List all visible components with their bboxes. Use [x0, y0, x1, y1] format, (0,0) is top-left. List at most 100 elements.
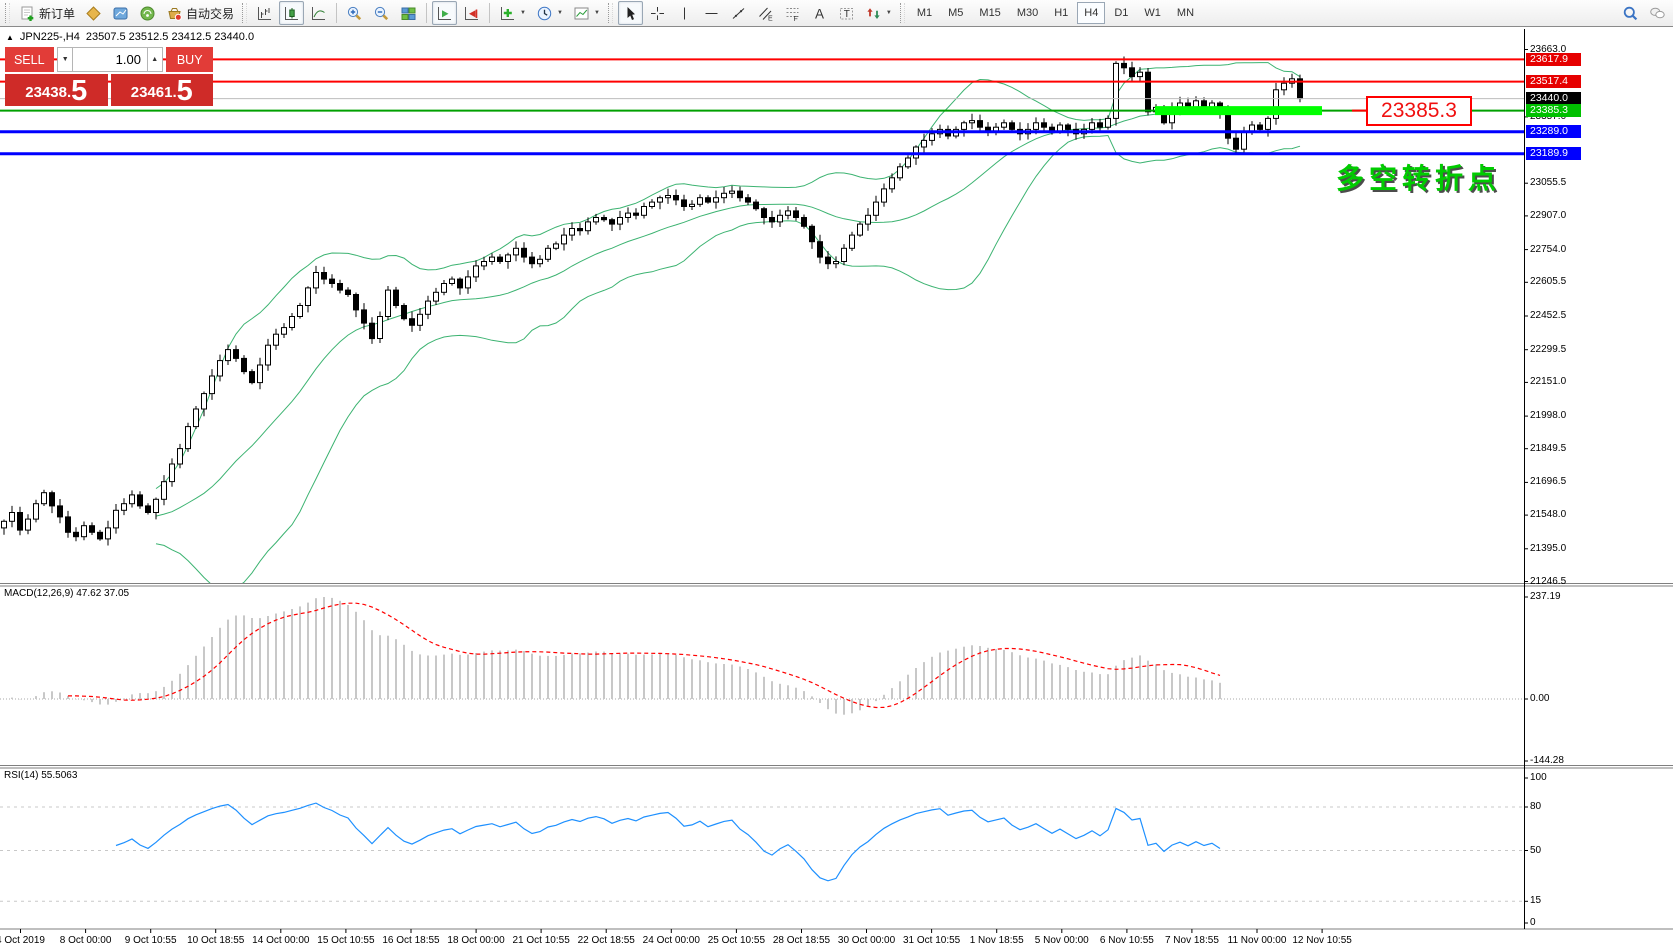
symbol-period: JPN225-,H4: [20, 31, 80, 43]
fibonacci-tool-button[interactable]: F: [780, 1, 805, 25]
trendline-tool-button[interactable]: [726, 1, 751, 25]
text-a-icon: A: [811, 5, 828, 22]
cursor-button[interactable]: [618, 1, 643, 25]
svg-text:E: E: [768, 15, 773, 22]
profile-icon: [112, 5, 129, 22]
tf-w1-label: W1: [1144, 7, 1161, 19]
insert-indicators-button[interactable]: ▼: [495, 1, 530, 25]
zoom-in-button[interactable]: [342, 1, 367, 25]
chart-periods-button[interactable]: ▼: [532, 1, 567, 25]
toolbar-grip[interactable]: [900, 3, 905, 23]
zoom-out-button[interactable]: [369, 1, 394, 25]
arrows-tool-button[interactable]: ▼: [861, 1, 896, 25]
tf-h4-label: H4: [1084, 7, 1098, 19]
data-center-icon: [139, 5, 156, 22]
tf-m5-button[interactable]: M5: [941, 2, 970, 24]
auto-trading-label: 自动交易: [186, 5, 234, 22]
buy-price-big-digit: 5: [177, 78, 193, 104]
pane-splitter-macd[interactable]: [0, 582, 1673, 587]
toolbar-grip[interactable]: [242, 3, 247, 23]
chart-candles-button[interactable]: [279, 1, 304, 25]
arrows-icon: [865, 5, 882, 22]
turning-point-note: 多空转折点: [1336, 157, 1501, 197]
data-center-button[interactable]: [135, 1, 160, 25]
tf-mn-label: MN: [1177, 7, 1194, 19]
autoscroll-icon: [436, 5, 453, 22]
chart-canvas[interactable]: [0, 0, 1673, 951]
volume-decrease-button[interactable]: ▼: [57, 47, 73, 72]
tf-h1-label: H1: [1054, 7, 1068, 19]
tf-h1-button[interactable]: H1: [1047, 2, 1075, 24]
equidistant-channel-tool-button[interactable]: E: [753, 1, 778, 25]
toolbar-separator: [489, 3, 490, 23]
volume-input[interactable]: [73, 47, 147, 72]
toolbar-grip[interactable]: [5, 3, 10, 23]
spin-down-icon: ▼: [62, 56, 69, 63]
profile-charts-button[interactable]: [108, 1, 133, 25]
line-icon: [310, 5, 327, 22]
tf-m1-button[interactable]: M1: [910, 2, 939, 24]
tf-m15-button[interactable]: M15: [972, 2, 1007, 24]
chart-templates-button[interactable]: ▼: [569, 1, 604, 25]
hline-icon: [703, 5, 720, 22]
time-axis[interactable]: [0, 929, 1524, 951]
tile-icon: [400, 5, 417, 22]
tf-w1-button[interactable]: W1: [1137, 2, 1168, 24]
price-tag-annotation: 23385.3: [1366, 96, 1472, 126]
auto-scroll-button[interactable]: [432, 1, 457, 25]
toolbar-grip[interactable]: [608, 3, 613, 23]
crosshair-icon: [649, 5, 666, 22]
vline-icon: [676, 5, 693, 22]
fibo-icon: F: [784, 5, 801, 22]
chat-button[interactable]: [1645, 1, 1670, 25]
indicators-icon: [499, 5, 516, 22]
tf-mn-button[interactable]: MN: [1170, 2, 1201, 24]
tline-icon: [730, 5, 747, 22]
sell-button[interactable]: SELL: [5, 47, 54, 72]
zoom-in-icon: [346, 5, 363, 22]
tf-m30-button[interactable]: M30: [1010, 2, 1045, 24]
collapse-panel-icon[interactable]: ▲: [6, 33, 14, 42]
cursor-icon: [622, 5, 639, 22]
search-button[interactable]: [1618, 1, 1643, 25]
buy-price-head: 23461.: [131, 84, 177, 101]
new-order-button[interactable]: 新订单: [15, 1, 79, 25]
tf-m1-label: M1: [917, 7, 932, 19]
label-t-icon: T: [838, 5, 855, 22]
candles-icon: [283, 5, 300, 22]
ohlc-values: 23507.5 23512.5 23412.5 23440.0: [86, 31, 254, 43]
tf-d1-button[interactable]: D1: [1107, 2, 1135, 24]
tile-windows-button[interactable]: [396, 1, 421, 25]
sell-price-big-digit: 5: [71, 78, 87, 104]
text-tool-button[interactable]: A: [807, 1, 832, 25]
new-order-label: 新订单: [39, 5, 75, 22]
pane-splitter-rsi[interactable]: [0, 764, 1673, 769]
svg-text:A: A: [815, 6, 824, 21]
tf-m30-label: M30: [1017, 7, 1038, 19]
tf-m5-label: M5: [948, 7, 963, 19]
buy-button[interactable]: BUY: [166, 47, 213, 72]
vertical-line-tool-button[interactable]: [672, 1, 697, 25]
auto-trading-icon: [166, 5, 183, 22]
tf-d1-label: D1: [1114, 7, 1128, 19]
volume-increase-button[interactable]: ▲: [147, 47, 163, 72]
chart-shift-button[interactable]: [459, 1, 484, 25]
toolbar: 新订单自动交易▼▼▼EFAT▼M1M5M15M30H1H4D1W1MN: [0, 0, 1673, 27]
crosshair-button[interactable]: [645, 1, 670, 25]
auto-trading-button[interactable]: 自动交易: [162, 1, 238, 25]
shift-icon: [463, 5, 480, 22]
price-axis[interactable]: [1524, 28, 1673, 929]
text-label-tool-button[interactable]: T: [834, 1, 859, 25]
zoom-out-icon: [373, 5, 390, 22]
channel-icon: E: [757, 5, 774, 22]
toolbar-separator: [336, 3, 337, 23]
horizontal-line-tool-button[interactable]: [699, 1, 724, 25]
search-icon: [1622, 5, 1639, 22]
buy-price-button[interactable]: 23461.5: [111, 74, 214, 106]
tf-h4-button[interactable]: H4: [1077, 2, 1105, 24]
market-watch-button[interactable]: [81, 1, 106, 25]
chart-line-button[interactable]: [306, 1, 331, 25]
chart-bars-button[interactable]: [252, 1, 277, 25]
tf-m15-label: M15: [979, 7, 1000, 19]
sell-price-button[interactable]: 23438.5: [5, 74, 108, 106]
